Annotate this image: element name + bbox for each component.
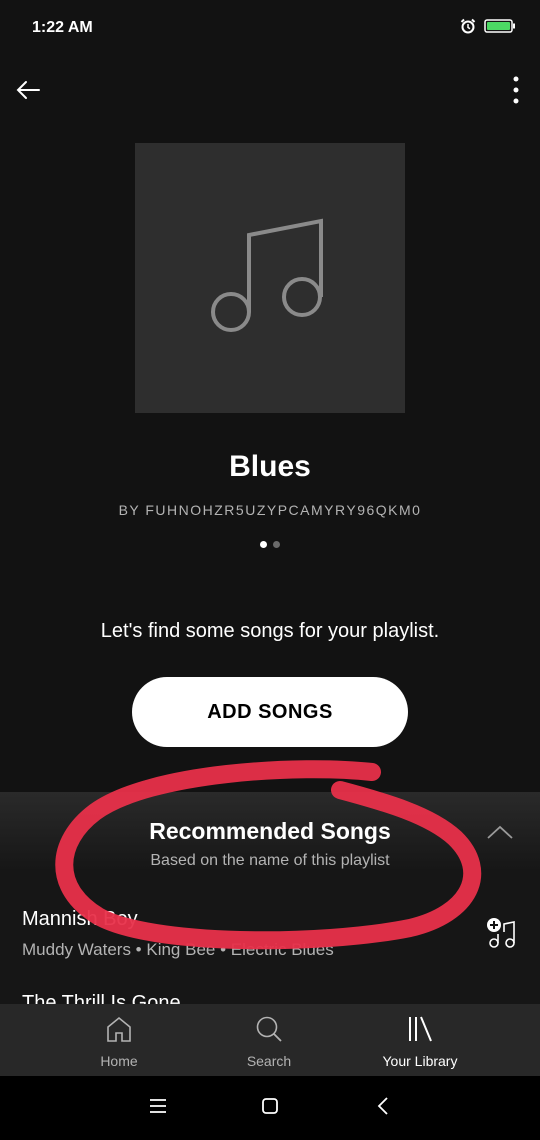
add-to-playlist-button[interactable] — [484, 916, 520, 952]
pager[interactable] — [0, 541, 540, 548]
song-row-partial[interactable]: The Thrill Is Gone — [22, 992, 322, 1004]
nav-home-label: Home — [100, 1053, 138, 1069]
arrow-left-icon — [15, 80, 41, 105]
status-bar: 1:22 AM — [0, 0, 540, 56]
menu-icon — [149, 1098, 167, 1118]
system-back-button[interactable] — [371, 1096, 395, 1120]
home-square-icon — [261, 1097, 279, 1120]
empty-playlist-prompt: Let's find some songs for your playlist. — [100, 620, 440, 642]
recommended-subtitle: Based on the name of this playlist — [150, 852, 390, 869]
playlist-owner[interactable]: BY FUHNOHZR5UZYPCAMYRY96QKM0 — [0, 502, 540, 518]
library-icon — [405, 1014, 435, 1049]
system-nav — [0, 1076, 540, 1140]
status-icons — [460, 18, 516, 34]
chevron-up-icon — [486, 824, 514, 845]
playlist-title: Blues — [229, 450, 311, 483]
pager-dot-2[interactable] — [273, 541, 280, 548]
vertical-dots-icon — [513, 76, 519, 109]
system-home-button[interactable] — [258, 1096, 282, 1120]
nav-library-label: Your Library — [382, 1053, 458, 1069]
nav-library[interactable]: Your Library — [370, 1004, 470, 1069]
add-songs-button[interactable]: ADD SONGS — [132, 677, 408, 747]
nav-home[interactable]: Home — [69, 1004, 169, 1069]
recommended-title: Recommended Songs — [149, 818, 391, 844]
top-bar — [0, 68, 540, 116]
system-menu-button[interactable] — [146, 1096, 170, 1120]
recommended-panel: Recommended Songs Based on the name of t… — [0, 792, 540, 1004]
add-to-playlist-icon — [484, 918, 520, 956]
alarm-icon — [460, 18, 476, 34]
battery-icon — [484, 18, 516, 34]
home-icon — [104, 1014, 134, 1049]
nav-search-label: Search — [246, 1053, 292, 1069]
song-meta: Muddy Waters • King Bee • Electric Blues — [22, 940, 334, 959]
pager-dot-1[interactable] — [260, 541, 267, 548]
song-title: Mannish Boy — [22, 908, 138, 930]
back-chevron-icon — [377, 1096, 389, 1120]
bottom-nav: Home Search Your Library — [0, 1004, 540, 1076]
status-time: 1:22 AM — [32, 19, 93, 36]
search-icon — [254, 1014, 284, 1049]
music-note-icon — [210, 216, 330, 341]
playlist-cover — [135, 143, 405, 413]
song-row[interactable]: Mannish Boy Muddy Waters • King Bee • El… — [0, 906, 540, 970]
collapse-recommended-button[interactable] — [484, 822, 516, 846]
more-options-button[interactable] — [504, 72, 528, 112]
nav-search[interactable]: Search — [219, 1004, 319, 1069]
back-button[interactable] — [8, 72, 48, 112]
song-title: The Thrill Is Gone — [22, 992, 181, 1004]
